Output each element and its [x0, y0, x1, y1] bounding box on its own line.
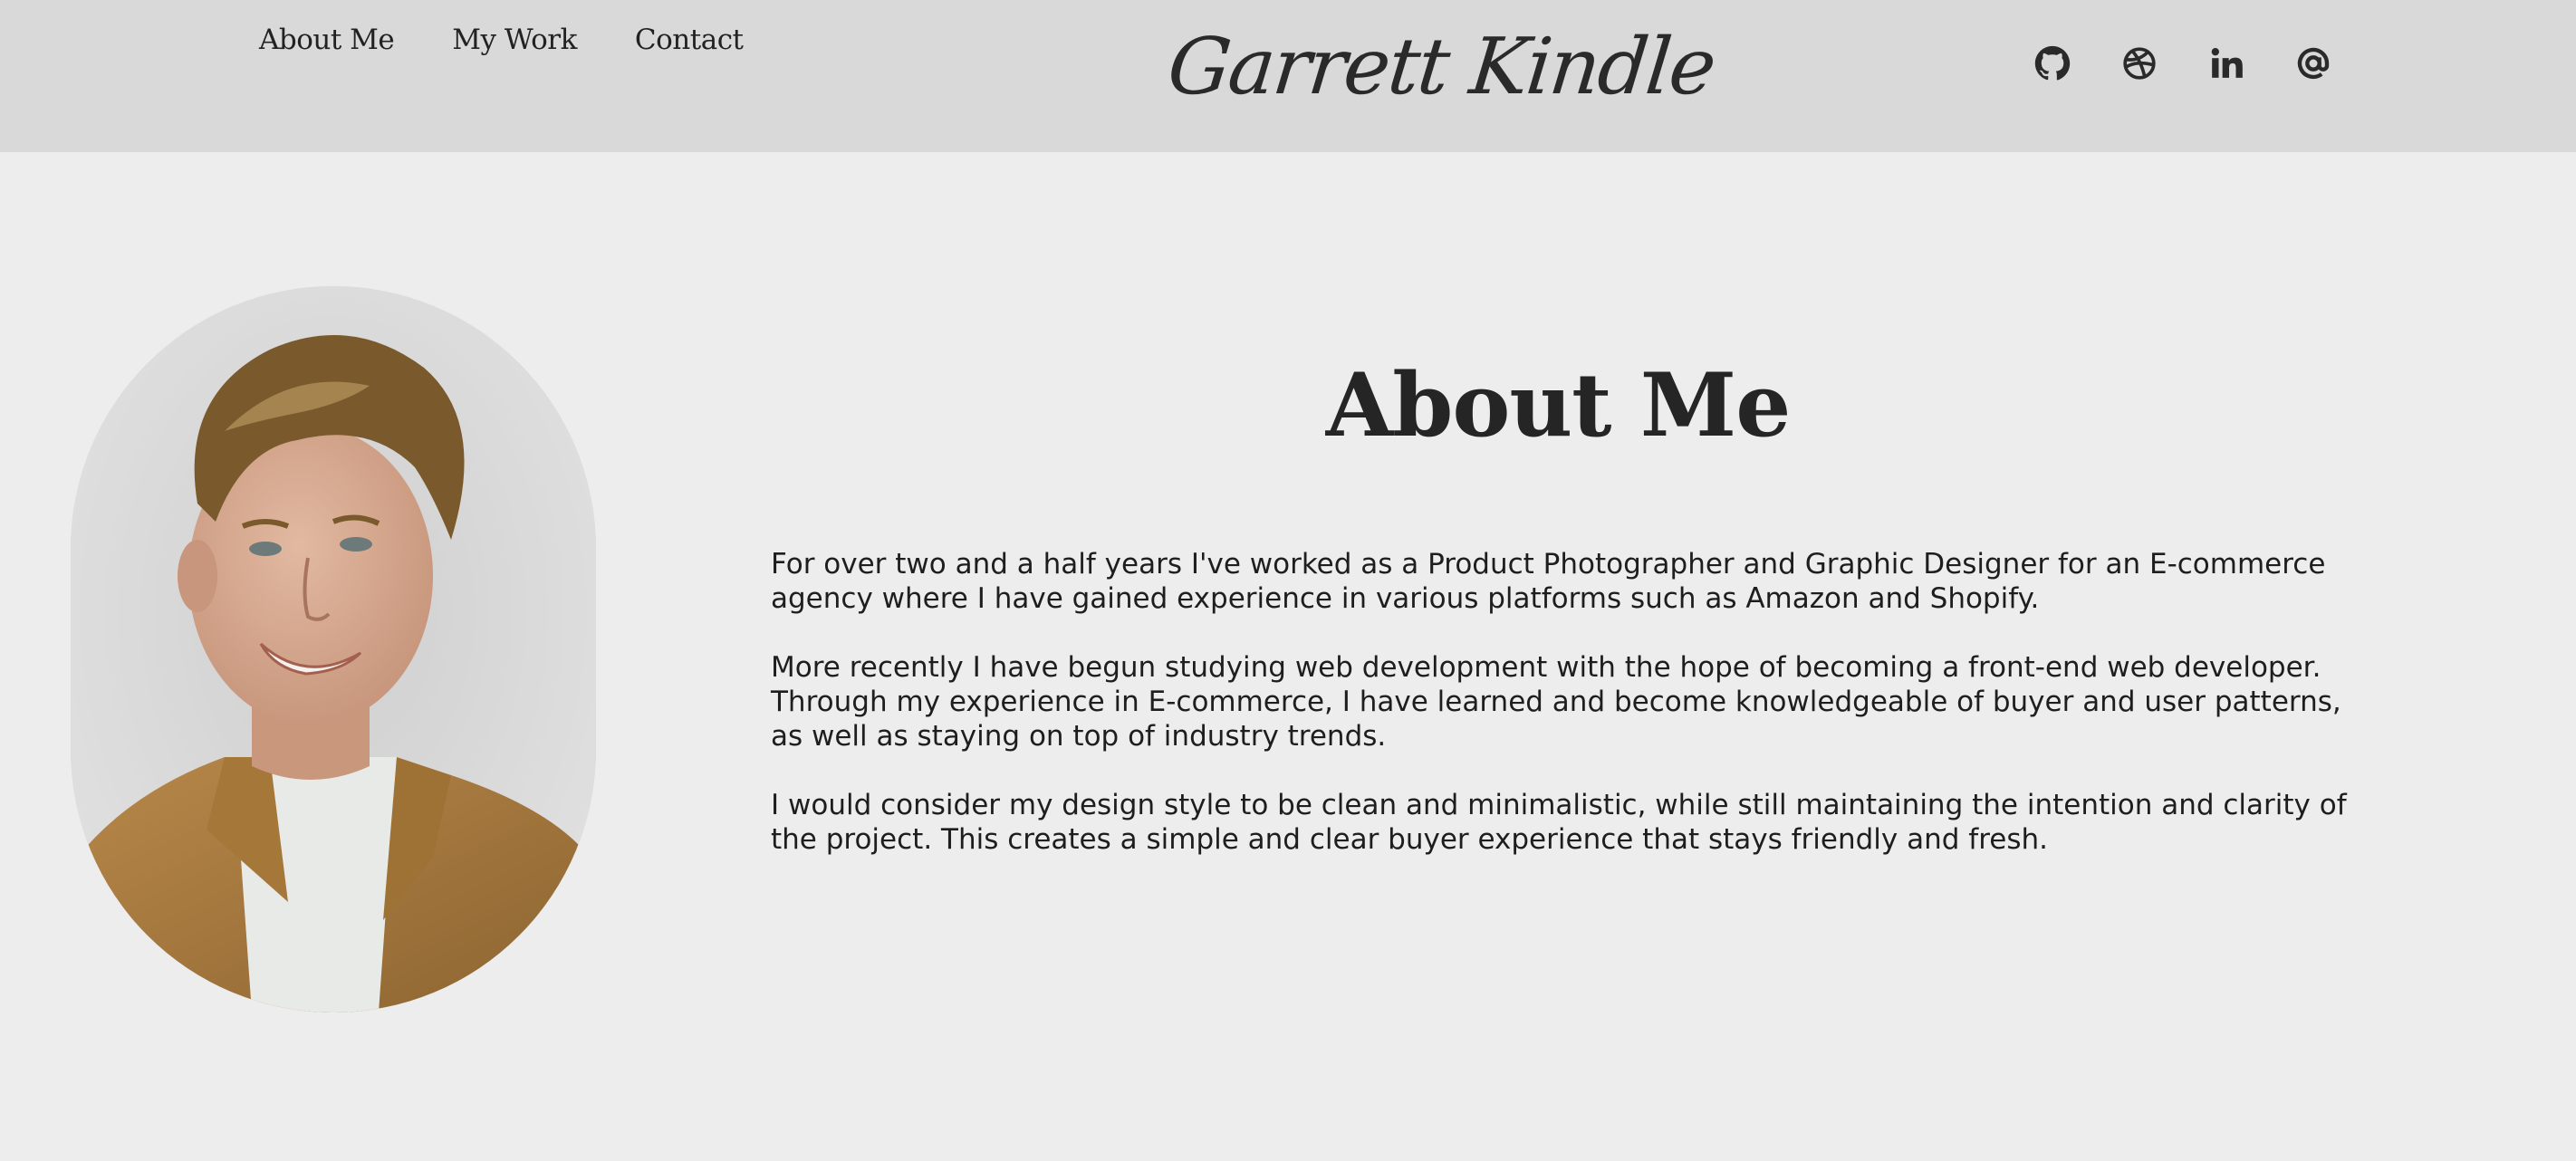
- nav-link-contact[interactable]: Contact: [635, 24, 744, 56]
- nav-link-about-me[interactable]: About Me: [259, 24, 395, 56]
- social-links: [2033, 43, 2333, 83]
- dribbble-icon[interactable]: [2119, 43, 2159, 83]
- page-title: About Me: [1325, 354, 1792, 457]
- bio-paragraph: For over two and a half years I've worke…: [771, 548, 2326, 615]
- bio-paragraph: More recently I have begun studying web …: [771, 651, 2341, 753]
- bio-paragraph: I would consider my design style to be c…: [771, 789, 2347, 856]
- github-icon[interactable]: [2033, 43, 2072, 83]
- main-nav: About Me My Work Contact: [259, 24, 744, 56]
- site-logo[interactable]: Garrett Kindle: [1163, 16, 1719, 118]
- linkedin-icon[interactable]: [2206, 43, 2246, 83]
- nav-link-my-work[interactable]: My Work: [452, 24, 577, 56]
- site-header: About Me My Work Contact Garrett Kindle: [0, 0, 2576, 152]
- email-at-icon[interactable]: [2293, 43, 2333, 83]
- profile-photo: [71, 286, 596, 1012]
- about-bio: For over two and a half years I've worke…: [771, 547, 2347, 891]
